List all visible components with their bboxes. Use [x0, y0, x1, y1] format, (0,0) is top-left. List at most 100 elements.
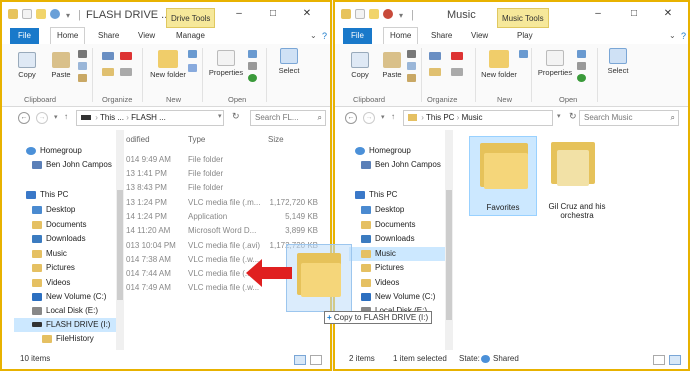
new-folder-button[interactable]: New folder: [148, 50, 188, 79]
refresh-icon[interactable]: ↻: [232, 111, 240, 122]
breadcrumb-music[interactable]: Music: [462, 113, 483, 122]
new-item-icon[interactable]: [519, 50, 528, 58]
select-button[interactable]: Select: [603, 48, 633, 75]
nav-pictures[interactable]: Pictures: [361, 261, 404, 275]
column-date-modified[interactable]: odified: [126, 135, 150, 144]
paste-button[interactable]: Paste: [377, 52, 407, 79]
address-bar[interactable]: › This PC › Music: [403, 110, 553, 126]
large-icons-view-icon[interactable]: [669, 355, 681, 365]
nav-documents[interactable]: Documents: [361, 218, 415, 232]
rename-icon[interactable]: [120, 68, 132, 76]
address-dropdown-icon[interactable]: ▾: [218, 112, 222, 120]
select-button[interactable]: Select: [274, 48, 304, 75]
search-input[interactable]: Search Music ⌕: [579, 110, 679, 126]
scrollbar-thumb[interactable]: [117, 190, 123, 300]
copy-button[interactable]: Copy: [12, 52, 42, 79]
search-icon[interactable]: ⌕: [318, 111, 322, 125]
tab-manage[interactable]: Manage: [170, 28, 211, 44]
nav-this-pc[interactable]: This PC: [355, 188, 397, 202]
move-to-icon[interactable]: [102, 52, 114, 60]
customize-toolbar-icon[interactable]: ▾: [399, 11, 403, 20]
open-icon[interactable]: [577, 50, 586, 58]
recent-locations-icon[interactable]: ▾: [54, 113, 58, 121]
breadcrumb-flash-drive[interactable]: FLASH ...: [131, 113, 166, 122]
nav-documents[interactable]: Documents: [32, 218, 86, 232]
nav-videos[interactable]: Videos: [32, 276, 70, 290]
nav-music[interactable]: Music: [349, 247, 445, 261]
forward-icon[interactable]: →: [36, 112, 48, 124]
close-button[interactable]: ✕: [659, 8, 677, 20]
quick-access-icon[interactable]: [383, 9, 393, 19]
minimize-button[interactable]: –: [589, 8, 607, 20]
drive-tools-tab[interactable]: Drive Tools: [166, 8, 216, 28]
rename-icon[interactable]: [451, 68, 463, 76]
maximize-button[interactable]: □: [625, 8, 643, 20]
paste-button[interactable]: Paste: [46, 52, 76, 79]
help-icon[interactable]: ?: [316, 28, 330, 44]
breadcrumb-this-pc[interactable]: This ...: [100, 113, 124, 122]
customize-toolbar-icon[interactable]: ▾: [66, 11, 70, 20]
nav-filehistory[interactable]: FileHistory: [42, 332, 94, 346]
column-size[interactable]: Size: [268, 135, 284, 144]
paste-shortcut-icon[interactable]: [78, 74, 87, 82]
copy-to-icon[interactable]: [102, 68, 114, 76]
forward-icon[interactable]: →: [363, 112, 375, 124]
tab-file[interactable]: File: [10, 28, 39, 44]
recent-locations-icon[interactable]: ▾: [381, 113, 385, 121]
tab-share[interactable]: Share: [425, 28, 458, 44]
properties-icon[interactable]: [22, 9, 32, 19]
open-icon[interactable]: [248, 50, 257, 58]
new-folder-button[interactable]: New folder: [479, 50, 519, 79]
nav-pictures[interactable]: Pictures: [32, 261, 75, 275]
history-icon[interactable]: [577, 74, 586, 82]
quick-access-icon[interactable]: [50, 9, 60, 19]
nav-new-volume[interactable]: New Volume (C:): [32, 290, 106, 304]
column-type[interactable]: Type: [188, 135, 205, 144]
nav-new-volume[interactable]: New Volume (C:): [361, 290, 435, 304]
nav-flash-drive[interactable]: FLASH DRIVE (I:): [14, 318, 120, 332]
edit-icon[interactable]: [577, 62, 586, 70]
nav-homegroup[interactable]: Homegroup: [355, 144, 411, 158]
up-icon[interactable]: ↑: [391, 112, 395, 121]
back-icon[interactable]: ←: [345, 112, 357, 124]
nav-user[interactable]: Ben John Campos: [361, 158, 441, 172]
details-view-icon[interactable]: [653, 355, 665, 365]
tab-share[interactable]: Share: [92, 28, 125, 44]
large-icons-view-icon[interactable]: [310, 355, 322, 365]
nav-scrollbar[interactable]: [116, 130, 124, 350]
delete-icon[interactable]: [451, 52, 463, 60]
new-folder-icon[interactable]: [369, 9, 379, 19]
new-item-icon[interactable]: [188, 50, 197, 58]
back-icon[interactable]: ←: [18, 112, 30, 124]
nav-desktop[interactable]: Desktop: [361, 203, 404, 217]
details-view-icon[interactable]: [294, 355, 306, 365]
folder-item-favorites[interactable]: Favorites: [469, 136, 537, 216]
nav-local-disk[interactable]: Local Disk (E:): [32, 304, 98, 318]
easy-access-icon[interactable]: [188, 64, 197, 72]
properties-button[interactable]: Properties: [206, 50, 246, 77]
up-icon[interactable]: ↑: [64, 112, 68, 121]
nav-music[interactable]: Music: [32, 247, 67, 261]
cut-icon[interactable]: [407, 50, 416, 58]
nav-desktop[interactable]: Desktop: [32, 203, 75, 217]
nav-downloads[interactable]: Downloads: [361, 232, 415, 246]
scrollbar-thumb[interactable]: [446, 190, 452, 320]
help-icon[interactable]: ?: [675, 28, 688, 44]
nav-this-pc[interactable]: This PC: [26, 188, 68, 202]
nav-user[interactable]: Ben John Campos: [32, 158, 112, 172]
delete-icon[interactable]: [120, 52, 132, 60]
minimize-button[interactable]: –: [230, 8, 248, 20]
move-to-icon[interactable]: [429, 52, 441, 60]
nav-homegroup[interactable]: Homegroup: [26, 144, 82, 158]
nav-videos[interactable]: Videos: [361, 276, 399, 290]
history-icon[interactable]: [248, 74, 257, 82]
folder-item-gil-cruz[interactable]: Gil Cruz and his orchestra: [543, 136, 619, 226]
properties-button[interactable]: Properties: [535, 50, 575, 77]
copy-to-icon[interactable]: [429, 68, 441, 76]
refresh-icon[interactable]: ↻: [569, 111, 577, 122]
tab-view[interactable]: View: [465, 28, 494, 44]
edit-icon[interactable]: [248, 62, 257, 70]
tab-file[interactable]: File: [343, 28, 372, 44]
search-icon[interactable]: ⌕: [671, 111, 675, 125]
tab-view[interactable]: View: [132, 28, 161, 44]
